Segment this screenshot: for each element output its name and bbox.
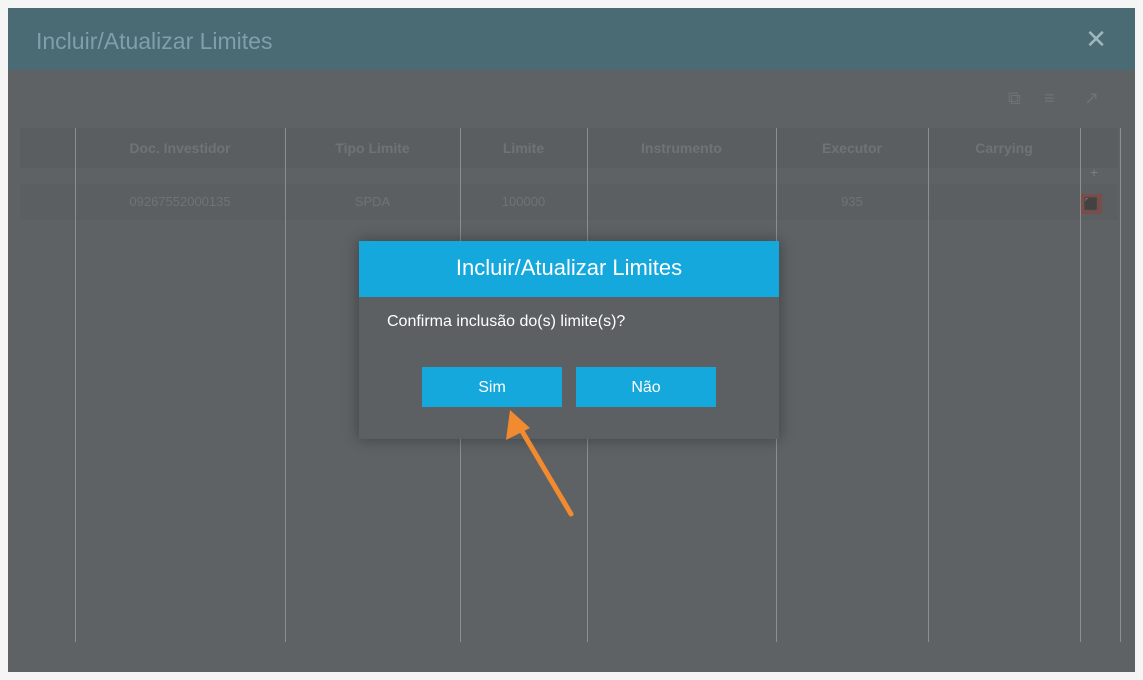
annotation-arrow-icon bbox=[506, 410, 574, 517]
